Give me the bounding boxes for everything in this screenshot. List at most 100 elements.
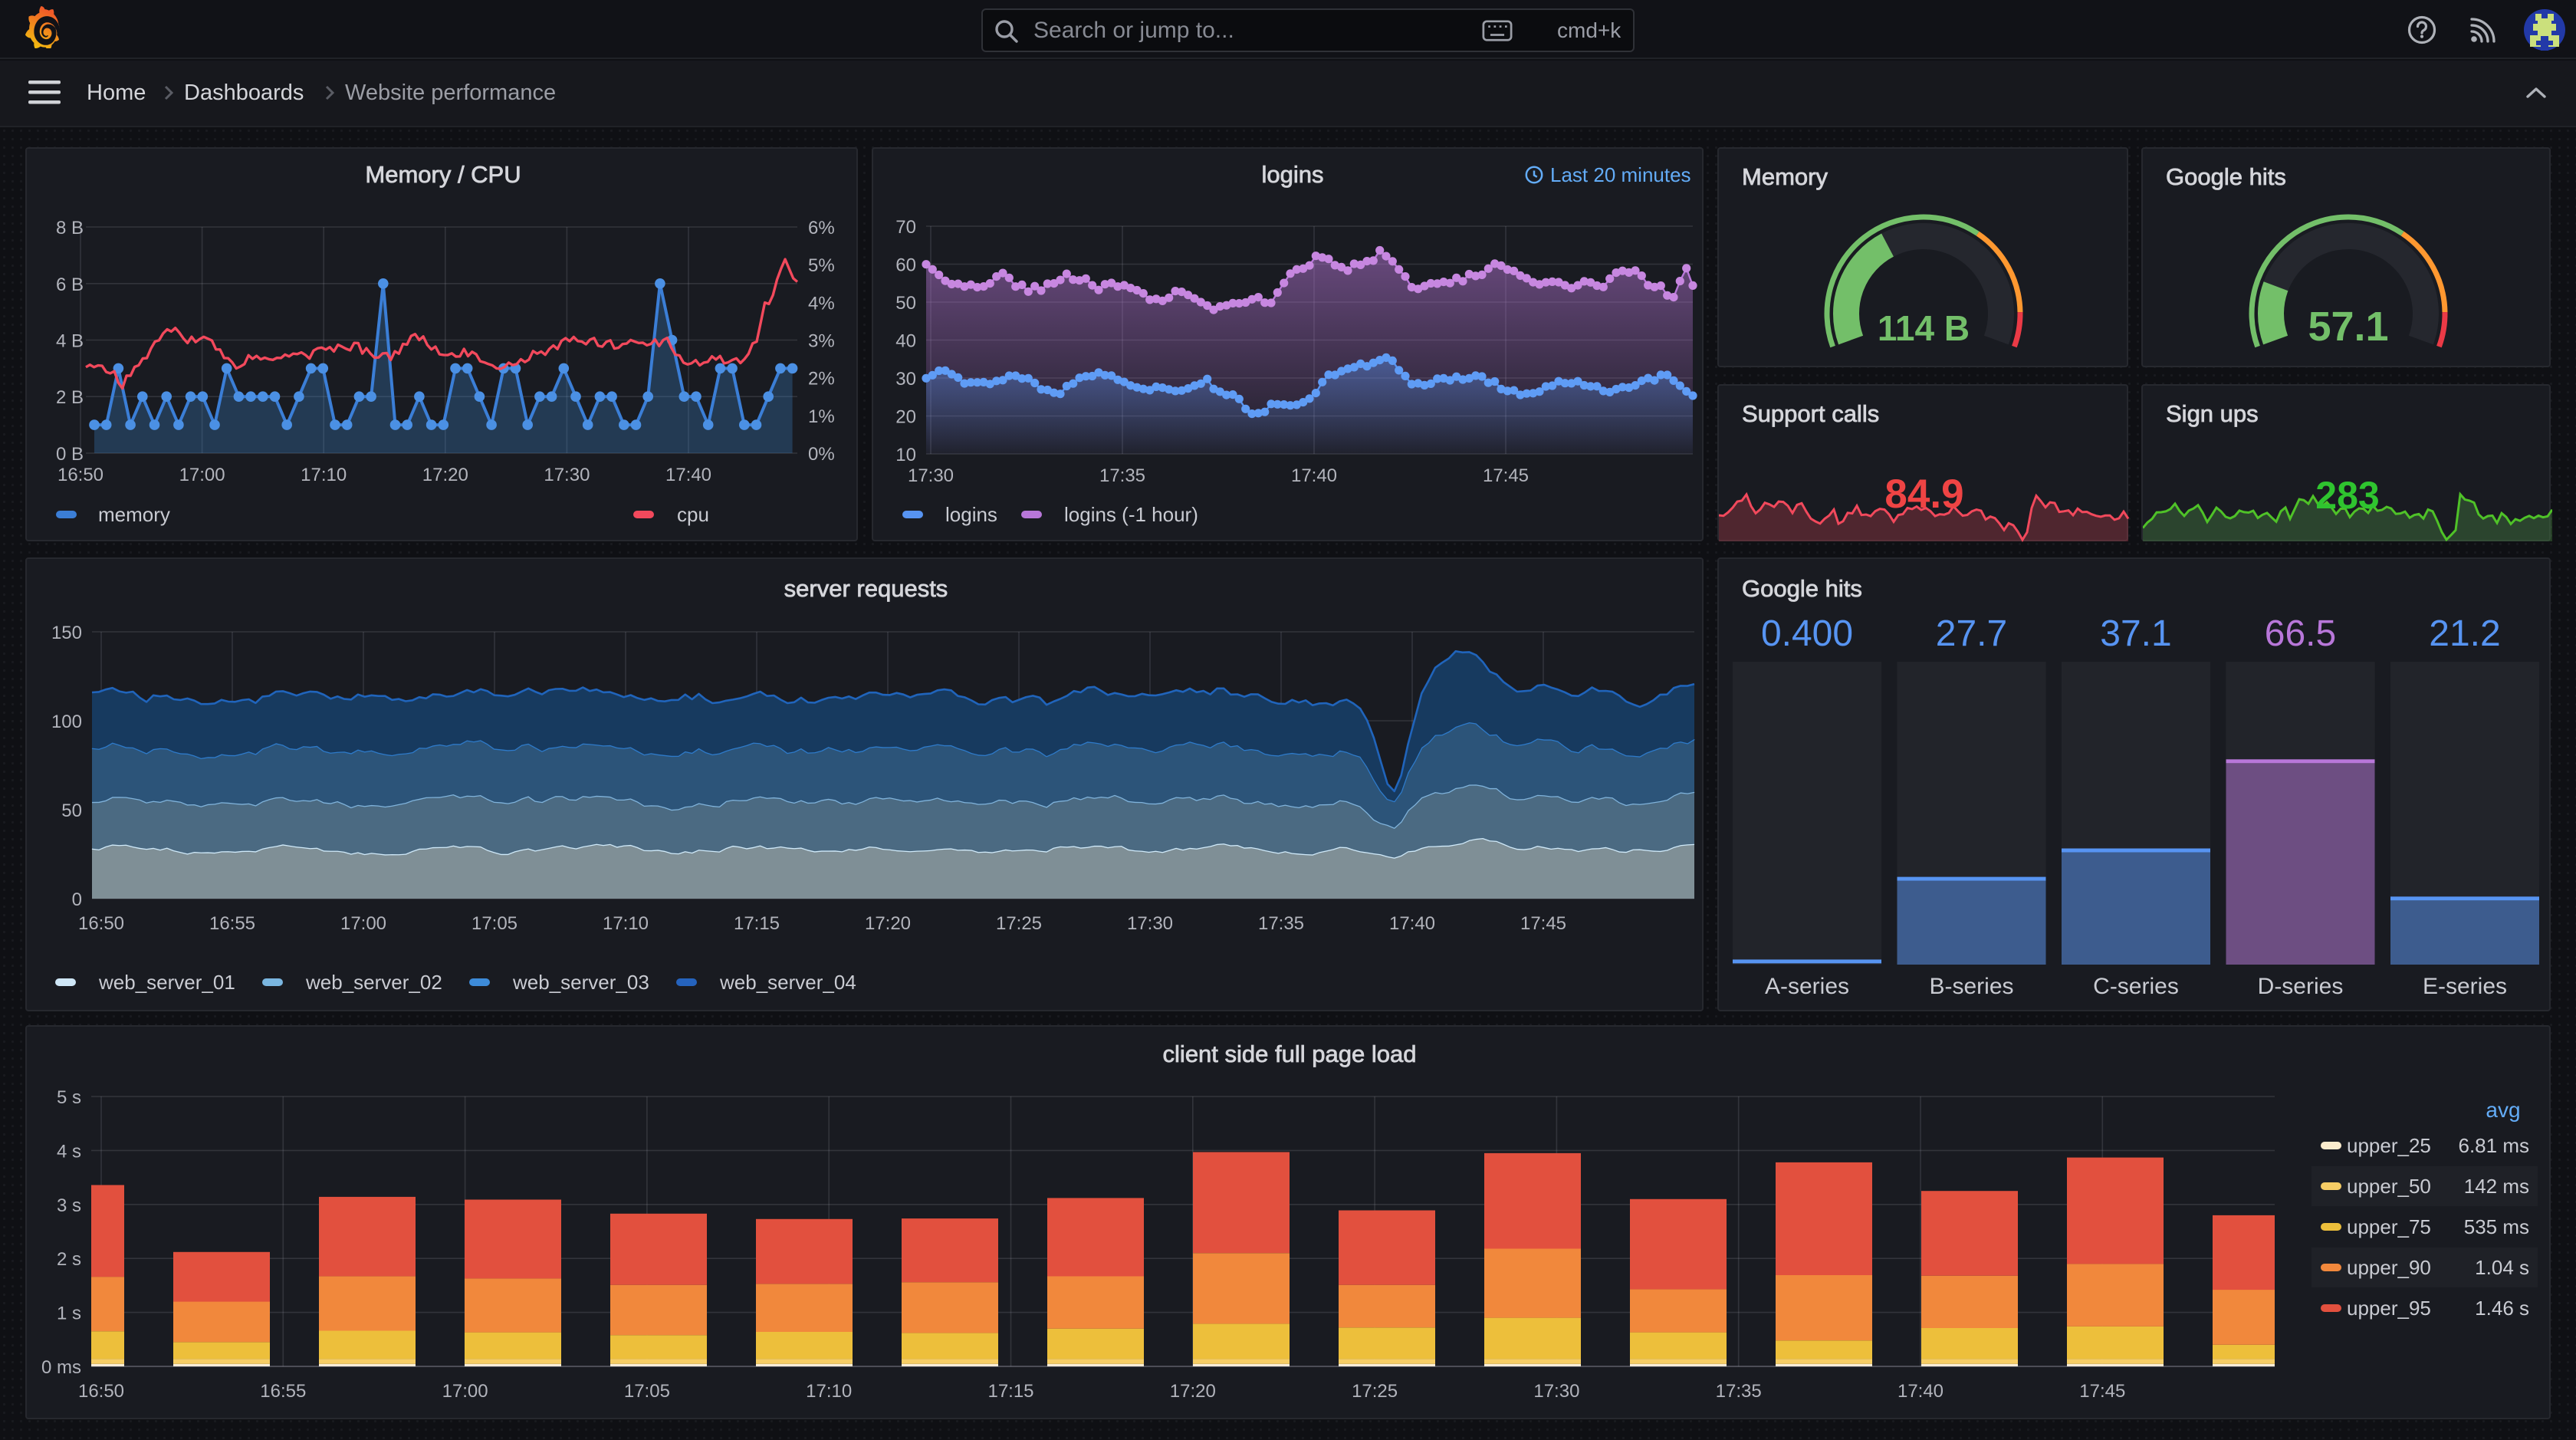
svg-text:logins: logins bbox=[1262, 161, 1324, 188]
svg-text:17:40: 17:40 bbox=[1389, 913, 1435, 934]
svg-text:142 ms: 142 ms bbox=[2464, 1175, 2529, 1198]
svg-text:6 B: 6 B bbox=[56, 275, 84, 295]
svg-text:A-series: A-series bbox=[1765, 974, 1849, 999]
svg-text:3%: 3% bbox=[808, 331, 835, 352]
svg-text:server requests: server requests bbox=[784, 575, 948, 602]
svg-text:Google hits: Google hits bbox=[2166, 163, 2286, 190]
svg-text:avg: avg bbox=[2486, 1098, 2520, 1122]
svg-text:17:20: 17:20 bbox=[1170, 1381, 1216, 1402]
svg-text:3 s: 3 s bbox=[57, 1195, 81, 1216]
svg-text:17:40: 17:40 bbox=[1898, 1381, 1944, 1402]
svg-text:Memory: Memory bbox=[1742, 163, 1828, 190]
svg-text:1%: 1% bbox=[808, 406, 835, 427]
svg-text:17:10: 17:10 bbox=[301, 465, 347, 485]
svg-text:6%: 6% bbox=[808, 218, 835, 238]
svg-text:66.5: 66.5 bbox=[2265, 613, 2336, 654]
svg-text:17:45: 17:45 bbox=[1483, 465, 1529, 486]
svg-text:17:40: 17:40 bbox=[1291, 465, 1337, 486]
svg-text:17:45: 17:45 bbox=[2079, 1381, 2125, 1402]
svg-text:4 B: 4 B bbox=[56, 331, 84, 352]
svg-text:37.1: 37.1 bbox=[2100, 613, 2171, 654]
svg-text:17:20: 17:20 bbox=[865, 913, 911, 934]
svg-text:Memory / CPU: Memory / CPU bbox=[365, 161, 521, 188]
svg-text:D-series: D-series bbox=[2258, 974, 2344, 999]
svg-text:17:40: 17:40 bbox=[665, 465, 711, 485]
svg-text:30: 30 bbox=[895, 369, 916, 390]
svg-text:17:20: 17:20 bbox=[422, 465, 468, 485]
svg-text:50: 50 bbox=[61, 801, 82, 821]
svg-text:10: 10 bbox=[895, 445, 916, 465]
svg-text:283: 283 bbox=[2315, 474, 2379, 517]
svg-text:4%: 4% bbox=[808, 293, 835, 314]
svg-text:2 B: 2 B bbox=[56, 387, 84, 408]
svg-text:17:15: 17:15 bbox=[734, 913, 780, 934]
svg-text:5%: 5% bbox=[808, 255, 835, 276]
svg-text:150: 150 bbox=[51, 623, 82, 643]
svg-text:1.46 s: 1.46 s bbox=[2475, 1297, 2529, 1320]
svg-text:2%: 2% bbox=[808, 369, 835, 390]
svg-text:60: 60 bbox=[895, 255, 916, 276]
svg-text:17:15: 17:15 bbox=[987, 1381, 1033, 1402]
svg-text:memory: memory bbox=[98, 503, 170, 526]
svg-text:0 B: 0 B bbox=[56, 444, 84, 465]
svg-text:70: 70 bbox=[895, 217, 916, 238]
svg-text:16:50: 16:50 bbox=[78, 913, 124, 934]
svg-text:0 ms: 0 ms bbox=[41, 1357, 81, 1378]
svg-text:17:30: 17:30 bbox=[1533, 1381, 1579, 1402]
svg-text:17:35: 17:35 bbox=[1716, 1381, 1762, 1402]
svg-text:50: 50 bbox=[895, 293, 916, 314]
svg-text:17:45: 17:45 bbox=[1520, 913, 1566, 934]
svg-text:5 s: 5 s bbox=[57, 1087, 81, 1108]
svg-text:1 s: 1 s bbox=[57, 1304, 81, 1324]
svg-text:16:55: 16:55 bbox=[260, 1381, 306, 1402]
svg-text:17:10: 17:10 bbox=[603, 913, 649, 934]
svg-text:Google hits: Google hits bbox=[1742, 575, 1862, 602]
svg-text:17:25: 17:25 bbox=[1352, 1381, 1398, 1402]
svg-text:0.400: 0.400 bbox=[1761, 613, 1853, 654]
svg-text:17:25: 17:25 bbox=[996, 913, 1042, 934]
svg-text:17:35: 17:35 bbox=[1099, 465, 1145, 486]
svg-text:0: 0 bbox=[72, 889, 82, 910]
svg-text:0%: 0% bbox=[808, 444, 835, 465]
svg-text:100: 100 bbox=[51, 712, 82, 732]
svg-text:114 B: 114 B bbox=[1878, 308, 1970, 348]
svg-text:2 s: 2 s bbox=[57, 1249, 81, 1270]
svg-text:21.2: 21.2 bbox=[2429, 613, 2500, 654]
svg-text:8 B: 8 B bbox=[56, 218, 84, 238]
svg-text:Sign ups: Sign ups bbox=[2166, 400, 2259, 427]
svg-text:535 ms: 535 ms bbox=[2464, 1215, 2529, 1238]
svg-text:upper_75: upper_75 bbox=[2347, 1215, 2431, 1238]
svg-text:17:00: 17:00 bbox=[340, 913, 386, 934]
svg-text:web_server_03: web_server_03 bbox=[512, 971, 649, 994]
svg-text:web_server_02: web_server_02 bbox=[305, 971, 442, 994]
svg-text:logins: logins bbox=[945, 503, 997, 526]
svg-text:17:10: 17:10 bbox=[806, 1381, 852, 1402]
svg-text:upper_50: upper_50 bbox=[2347, 1175, 2431, 1198]
svg-text:4 s: 4 s bbox=[57, 1141, 81, 1162]
svg-text:upper_25: upper_25 bbox=[2347, 1134, 2431, 1157]
svg-text:17:05: 17:05 bbox=[624, 1381, 670, 1402]
svg-text:Support calls: Support calls bbox=[1742, 400, 1879, 427]
svg-text:16:55: 16:55 bbox=[209, 913, 255, 934]
svg-text:17:00: 17:00 bbox=[179, 465, 225, 485]
svg-text:20: 20 bbox=[895, 407, 916, 428]
svg-text:B-series: B-series bbox=[1929, 974, 2013, 999]
svg-text:web_server_01: web_server_01 bbox=[98, 971, 235, 994]
svg-text:17:05: 17:05 bbox=[472, 913, 518, 934]
svg-text:6.81 ms: 6.81 ms bbox=[2459, 1134, 2530, 1157]
svg-text:16:50: 16:50 bbox=[58, 465, 104, 485]
svg-text:27.7: 27.7 bbox=[1936, 613, 2007, 654]
svg-text:logins (-1 hour): logins (-1 hour) bbox=[1064, 503, 1198, 526]
svg-text:17:30: 17:30 bbox=[908, 465, 954, 486]
svg-text:1.04 s: 1.04 s bbox=[2475, 1256, 2529, 1279]
svg-text:57.1: 57.1 bbox=[2308, 304, 2388, 350]
svg-text:17:00: 17:00 bbox=[442, 1381, 488, 1402]
svg-text:E-series: E-series bbox=[2423, 974, 2507, 999]
svg-text:upper_95: upper_95 bbox=[2347, 1297, 2431, 1320]
svg-text:16:50: 16:50 bbox=[78, 1381, 124, 1402]
svg-text:client side full page load: client side full page load bbox=[1163, 1041, 1417, 1067]
svg-text:Last 20 minutes: Last 20 minutes bbox=[1550, 163, 1691, 186]
svg-text:17:30: 17:30 bbox=[544, 465, 590, 485]
svg-text:upper_90: upper_90 bbox=[2347, 1256, 2431, 1279]
svg-text:17:35: 17:35 bbox=[1258, 913, 1304, 934]
